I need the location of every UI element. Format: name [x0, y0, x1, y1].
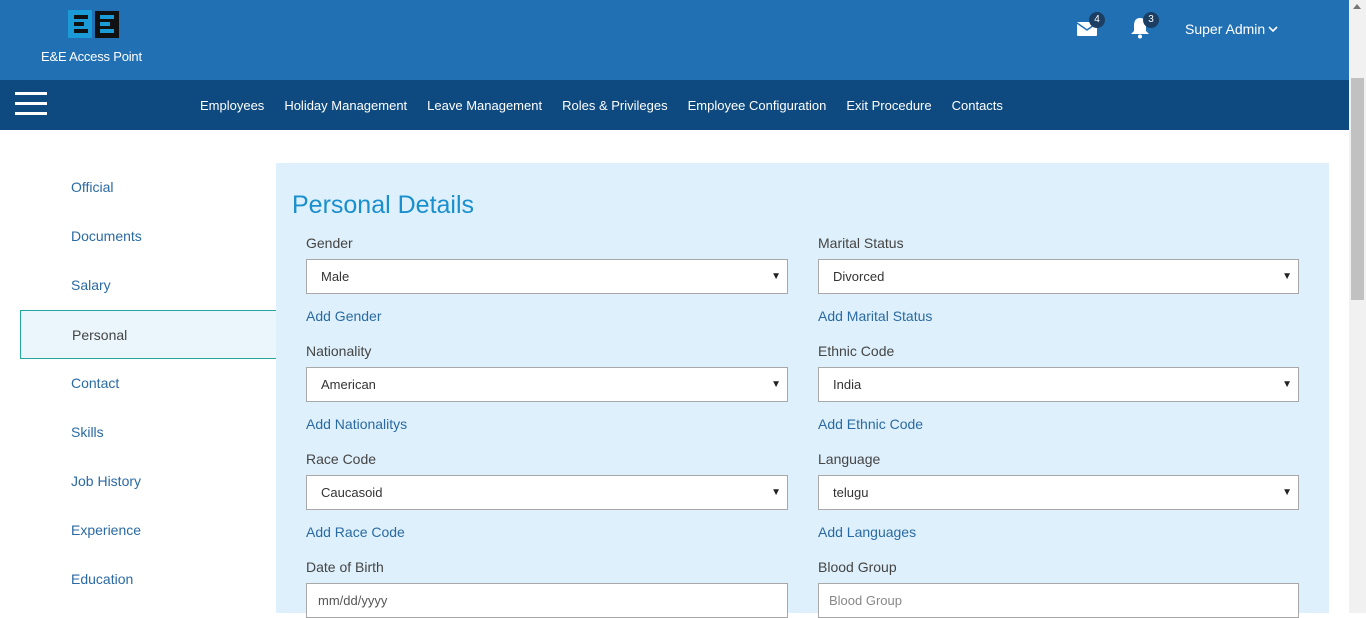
personal-details-panel: Personal Details Gender Male ▼ Add Gende…: [276, 163, 1329, 618]
nationality-value: American: [321, 377, 376, 392]
chevron-down-icon[interactable]: [1268, 24, 1278, 34]
mail-count-badge: 4: [1089, 12, 1105, 28]
scroll-up-arrow-icon[interactable]: [1353, 4, 1361, 9]
nav-employee-configuration[interactable]: Employee Configuration: [678, 98, 837, 113]
page-title: Personal Details: [292, 191, 475, 219]
user-menu-label[interactable]: Super Admin: [1185, 21, 1265, 37]
sidebar-item-documents[interactable]: Documents: [20, 212, 277, 261]
sidebar: Official Documents Salary Personal Conta…: [20, 163, 277, 604]
app-logo[interactable]: [68, 10, 120, 40]
sidebar-item-skills[interactable]: Skills: [20, 408, 277, 457]
ethnic-code-value: India: [833, 377, 862, 392]
add-ethnic-code-link[interactable]: Add Ethnic Code: [818, 416, 923, 432]
nationality-select[interactable]: American ▼: [306, 367, 788, 402]
language-value: telugu: [833, 485, 869, 500]
nav-items: Employees Holiday Management Leave Manag…: [190, 80, 1013, 130]
sidebar-item-contact[interactable]: Contact: [20, 359, 277, 408]
race-code-label: Race Code: [306, 451, 377, 467]
ethnic-code-label: Ethnic Code: [818, 343, 895, 359]
sidebar-item-official[interactable]: Official: [20, 163, 277, 212]
nav-contacts[interactable]: Contacts: [942, 98, 1013, 113]
dropdown-arrow-icon: ▼: [1282, 271, 1292, 282]
nav-exit-procedure[interactable]: Exit Procedure: [836, 98, 941, 113]
scrollbar-thumb[interactable]: [1351, 78, 1364, 300]
dropdown-arrow-icon: ▼: [771, 271, 781, 282]
brand-name: E&E Access Point: [41, 49, 142, 64]
ethnic-code-select[interactable]: India ▼: [818, 367, 1299, 402]
sidebar-item-personal[interactable]: Personal: [20, 310, 277, 359]
race-code-value: Caucasoid: [321, 485, 383, 500]
sidebar-item-salary[interactable]: Salary: [20, 261, 277, 310]
nav-roles-privileges[interactable]: Roles & Privileges: [552, 98, 678, 113]
top-header: E&E Access Point 4 3 Super Admin: [0, 0, 1366, 80]
nav-leave-management[interactable]: Leave Management: [417, 98, 552, 113]
sidebar-item-experience[interactable]: Experience: [20, 506, 277, 555]
marital-status-select[interactable]: Divorced ▼: [818, 259, 1299, 294]
race-code-select[interactable]: Caucasoid ▼: [306, 475, 788, 510]
language-select[interactable]: telugu ▼: [818, 475, 1299, 510]
add-gender-link[interactable]: Add Gender: [306, 308, 382, 324]
add-nationality-link[interactable]: Add Nationalitys: [306, 416, 407, 432]
dob-placeholder: mm/dd/yyyy: [318, 593, 388, 608]
gender-select[interactable]: Male ▼: [306, 259, 788, 294]
main-nav: Employees Holiday Management Leave Manag…: [0, 80, 1349, 130]
sidebar-item-education[interactable]: Education: [20, 555, 277, 604]
dob-label: Date of Birth: [306, 559, 384, 575]
blood-group-label: Blood Group: [818, 559, 897, 575]
add-language-link[interactable]: Add Languages: [818, 524, 916, 540]
sidebar-item-job-history[interactable]: Job History: [20, 457, 277, 506]
marital-status-value: Divorced: [833, 269, 885, 284]
nav-employees[interactable]: Employees: [190, 98, 274, 113]
dropdown-arrow-icon: ▼: [1282, 487, 1292, 498]
notification-count-badge: 3: [1143, 12, 1159, 28]
marital-status-label: Marital Status: [818, 235, 904, 251]
dropdown-arrow-icon: ▼: [1282, 379, 1292, 390]
nav-holiday-management[interactable]: Holiday Management: [274, 98, 417, 113]
gender-value: Male: [321, 269, 350, 284]
dropdown-arrow-icon: ▼: [771, 379, 781, 390]
hamburger-menu-icon[interactable]: [15, 92, 47, 116]
nationality-label: Nationality: [306, 343, 372, 359]
add-marital-status-link[interactable]: Add Marital Status: [818, 308, 932, 324]
language-label: Language: [818, 451, 881, 467]
dropdown-arrow-icon: ▼: [771, 487, 781, 498]
gender-label: Gender: [306, 235, 353, 251]
blood-group-placeholder: Blood Group: [829, 593, 902, 608]
add-race-code-link[interactable]: Add Race Code: [306, 524, 405, 540]
